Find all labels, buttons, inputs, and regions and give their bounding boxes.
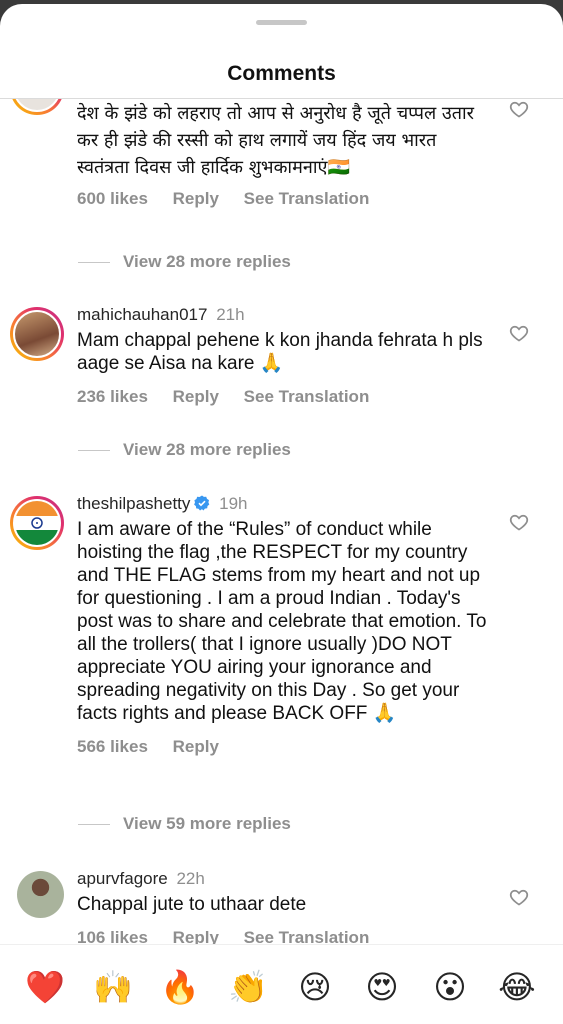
replies-line xyxy=(78,824,110,826)
crying-emoji-icon[interactable]: 😢 xyxy=(295,967,335,1007)
replies-line xyxy=(78,450,110,452)
username[interactable]: apurvfagore xyxy=(77,869,168,888)
view-replies-button[interactable]: View 59 more replies xyxy=(78,814,291,834)
like-heart-icon[interactable] xyxy=(509,512,529,532)
clapping-emoji-icon[interactable]: 👏 xyxy=(228,967,268,1007)
comment-text: Mam chappal pehene k kon jhanda fehrata … xyxy=(77,330,483,374)
heart-emoji-icon[interactable]: ❤️ xyxy=(25,967,65,1007)
likes-count[interactable]: 106 likes xyxy=(77,928,148,944)
like-heart-icon[interactable] xyxy=(509,99,529,119)
see-translation-button[interactable]: See Translation xyxy=(244,928,370,944)
india-flag-icon xyxy=(15,501,59,545)
comments-list[interactable]: देश के झंडे को लहराए तो आप से अनुरोध है … xyxy=(0,99,563,944)
likes-count[interactable]: 600 likes xyxy=(77,189,148,208)
reply-button[interactable]: Reply xyxy=(173,928,219,944)
likes-count[interactable]: 236 likes xyxy=(77,387,148,406)
comment-meta: 236 likes Reply See Translation xyxy=(77,387,493,407)
comment-text: I am aware of the “Rules” of conduct whi… xyxy=(77,519,487,724)
reply-button[interactable]: Reply xyxy=(173,189,219,208)
likes-count[interactable]: 566 likes xyxy=(77,737,148,756)
avatar[interactable] xyxy=(10,99,64,115)
surprised-emoji-icon[interactable]: 😮 xyxy=(430,967,470,1007)
comment-meta: 106 likes Reply See Translation xyxy=(77,928,493,944)
avatar[interactable] xyxy=(17,871,64,918)
verified-badge-icon xyxy=(194,495,210,511)
timestamp: 19h xyxy=(219,494,248,513)
timestamp: 21h xyxy=(216,305,245,324)
comment-header: theshilpashetty 19h xyxy=(77,494,489,514)
drag-handle[interactable] xyxy=(256,20,307,25)
view-replies-button[interactable]: View 28 more replies xyxy=(78,252,291,272)
heart-eyes-emoji-icon[interactable]: 😍 xyxy=(362,967,402,1007)
comment-meta: 600 likes Reply See Translation xyxy=(77,189,485,209)
reply-button[interactable]: Reply xyxy=(173,387,219,406)
fire-emoji-icon[interactable]: 🔥 xyxy=(160,967,200,1007)
quick-reactions-bar: ❤️ 🙌 🔥 👏 😢 😍 😮 😂 xyxy=(0,944,563,1024)
username[interactable]: mahichauhan017 xyxy=(77,305,207,324)
replies-line xyxy=(78,262,110,264)
timestamp: 22h xyxy=(176,869,205,888)
see-translation-button[interactable]: See Translation xyxy=(244,189,370,208)
comment-meta: 566 likes Reply xyxy=(77,737,489,757)
like-heart-icon[interactable] xyxy=(509,323,529,343)
page-title: Comments xyxy=(227,62,336,85)
comment-text: देश के झंडे को लहराए तो आप से अनुरोध है … xyxy=(77,103,475,178)
laughing-emoji-icon[interactable]: 😂 xyxy=(497,967,537,1007)
see-translation-button[interactable]: See Translation xyxy=(244,387,370,406)
avatar[interactable] xyxy=(10,307,64,361)
like-heart-icon[interactable] xyxy=(509,887,529,907)
avatar[interactable] xyxy=(10,496,64,550)
comment-text: Chappal jute to uthaar dete xyxy=(77,894,307,915)
comment-header: apurvfagore 22h xyxy=(77,869,493,889)
view-replies-button[interactable]: View 28 more replies xyxy=(78,440,291,460)
raising-hands-emoji-icon[interactable]: 🙌 xyxy=(93,967,133,1007)
reply-button[interactable]: Reply xyxy=(173,737,219,756)
comments-sheet: Comments देश के झंडे को लहराए तो आप से अ… xyxy=(0,4,563,1024)
comment-header: mahichauhan017 21h xyxy=(77,305,493,325)
username[interactable]: theshilpashetty xyxy=(77,494,190,513)
